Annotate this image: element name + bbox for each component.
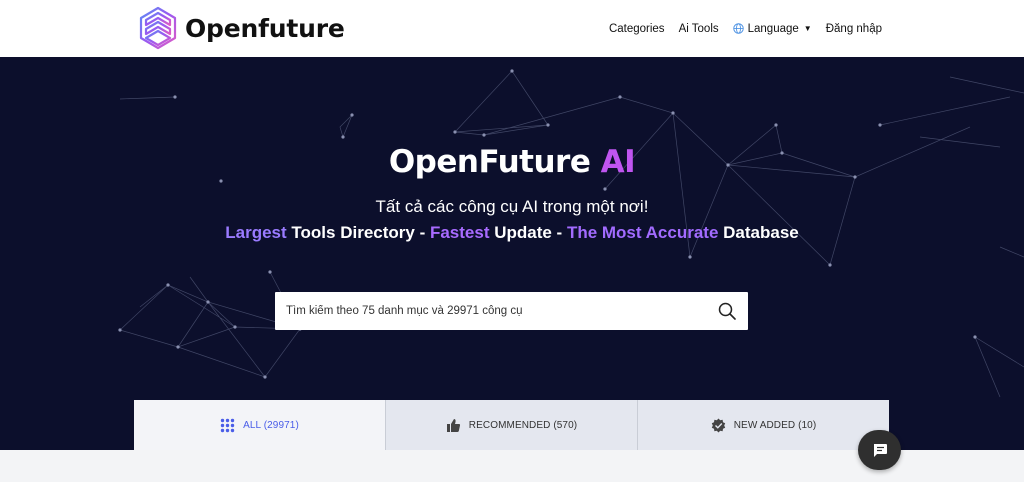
search-input[interactable] — [275, 292, 706, 330]
hero-subtitle: Tất cả các công cụ AI trong một nơi! — [375, 197, 649, 216]
site-header: Openfuture Categories Ai Tools Language … — [0, 0, 1024, 57]
tagline-tools-directory: Tools Directory - — [286, 223, 430, 242]
tagline-update: Update - — [489, 223, 567, 242]
nav-login[interactable]: Đăng nhập — [826, 23, 882, 35]
tab-new-added-label: NEW ADDED (10) — [733, 419, 817, 431]
logo[interactable]: Openfuture — [137, 4, 345, 52]
chat-bubble-icon — [873, 444, 887, 457]
grid-icon — [220, 418, 235, 432]
tab-recommended[interactable]: RECOMMENDED (570) — [386, 400, 638, 450]
tagline-largest: Largest — [225, 223, 287, 242]
search-icon — [718, 302, 736, 320]
nav-language-label: Language — [747, 22, 799, 35]
tab-new-added[interactable]: NEW ADDED (10) — [638, 400, 889, 450]
filter-tabs: ALL (29971) RECOMMENDED (570) NEW ADDED … — [134, 400, 889, 450]
tab-all[interactable]: ALL (29971) — [134, 400, 386, 450]
logo-text: Openfuture — [185, 13, 345, 43]
hero-title-ai: AI — [600, 144, 636, 180]
tagline-database: Database — [718, 223, 799, 242]
hero-title-main: OpenFuture — [388, 144, 601, 180]
globe-icon — [732, 23, 744, 34]
nav-categories[interactable]: Categories — [609, 23, 665, 35]
new-badge-icon — [711, 418, 725, 432]
logo-icon — [139, 6, 177, 50]
hero-tagline: Largest Tools Directory - Fastest Update… — [0, 223, 1024, 243]
tab-recommended-label: RECOMMENDED (570) — [468, 419, 578, 431]
caret-down-icon: ▼ — [803, 24, 812, 33]
chat-button[interactable] — [858, 430, 901, 470]
tagline-most-accurate: The Most Accurate — [566, 223, 719, 242]
tagline-fastest: Fastest — [429, 223, 490, 242]
hero-section: OpenFuture AI Tất cả các công cụ AI tron… — [0, 57, 1024, 450]
thumbs-up-icon — [446, 418, 460, 432]
search-button[interactable] — [706, 292, 748, 330]
nav-language-dropdown[interactable]: Language ▼ — [732, 22, 812, 35]
tab-all-label: ALL (29971) — [243, 419, 299, 431]
nav-ai-tools[interactable]: Ai Tools — [679, 23, 719, 35]
network-background — [118, 69, 1024, 398]
main-nav: Categories Ai Tools Language ▼ Đăng nhập — [609, 0, 882, 57]
search-box — [275, 292, 748, 330]
hero-title: OpenFuture AI — [0, 144, 1024, 180]
